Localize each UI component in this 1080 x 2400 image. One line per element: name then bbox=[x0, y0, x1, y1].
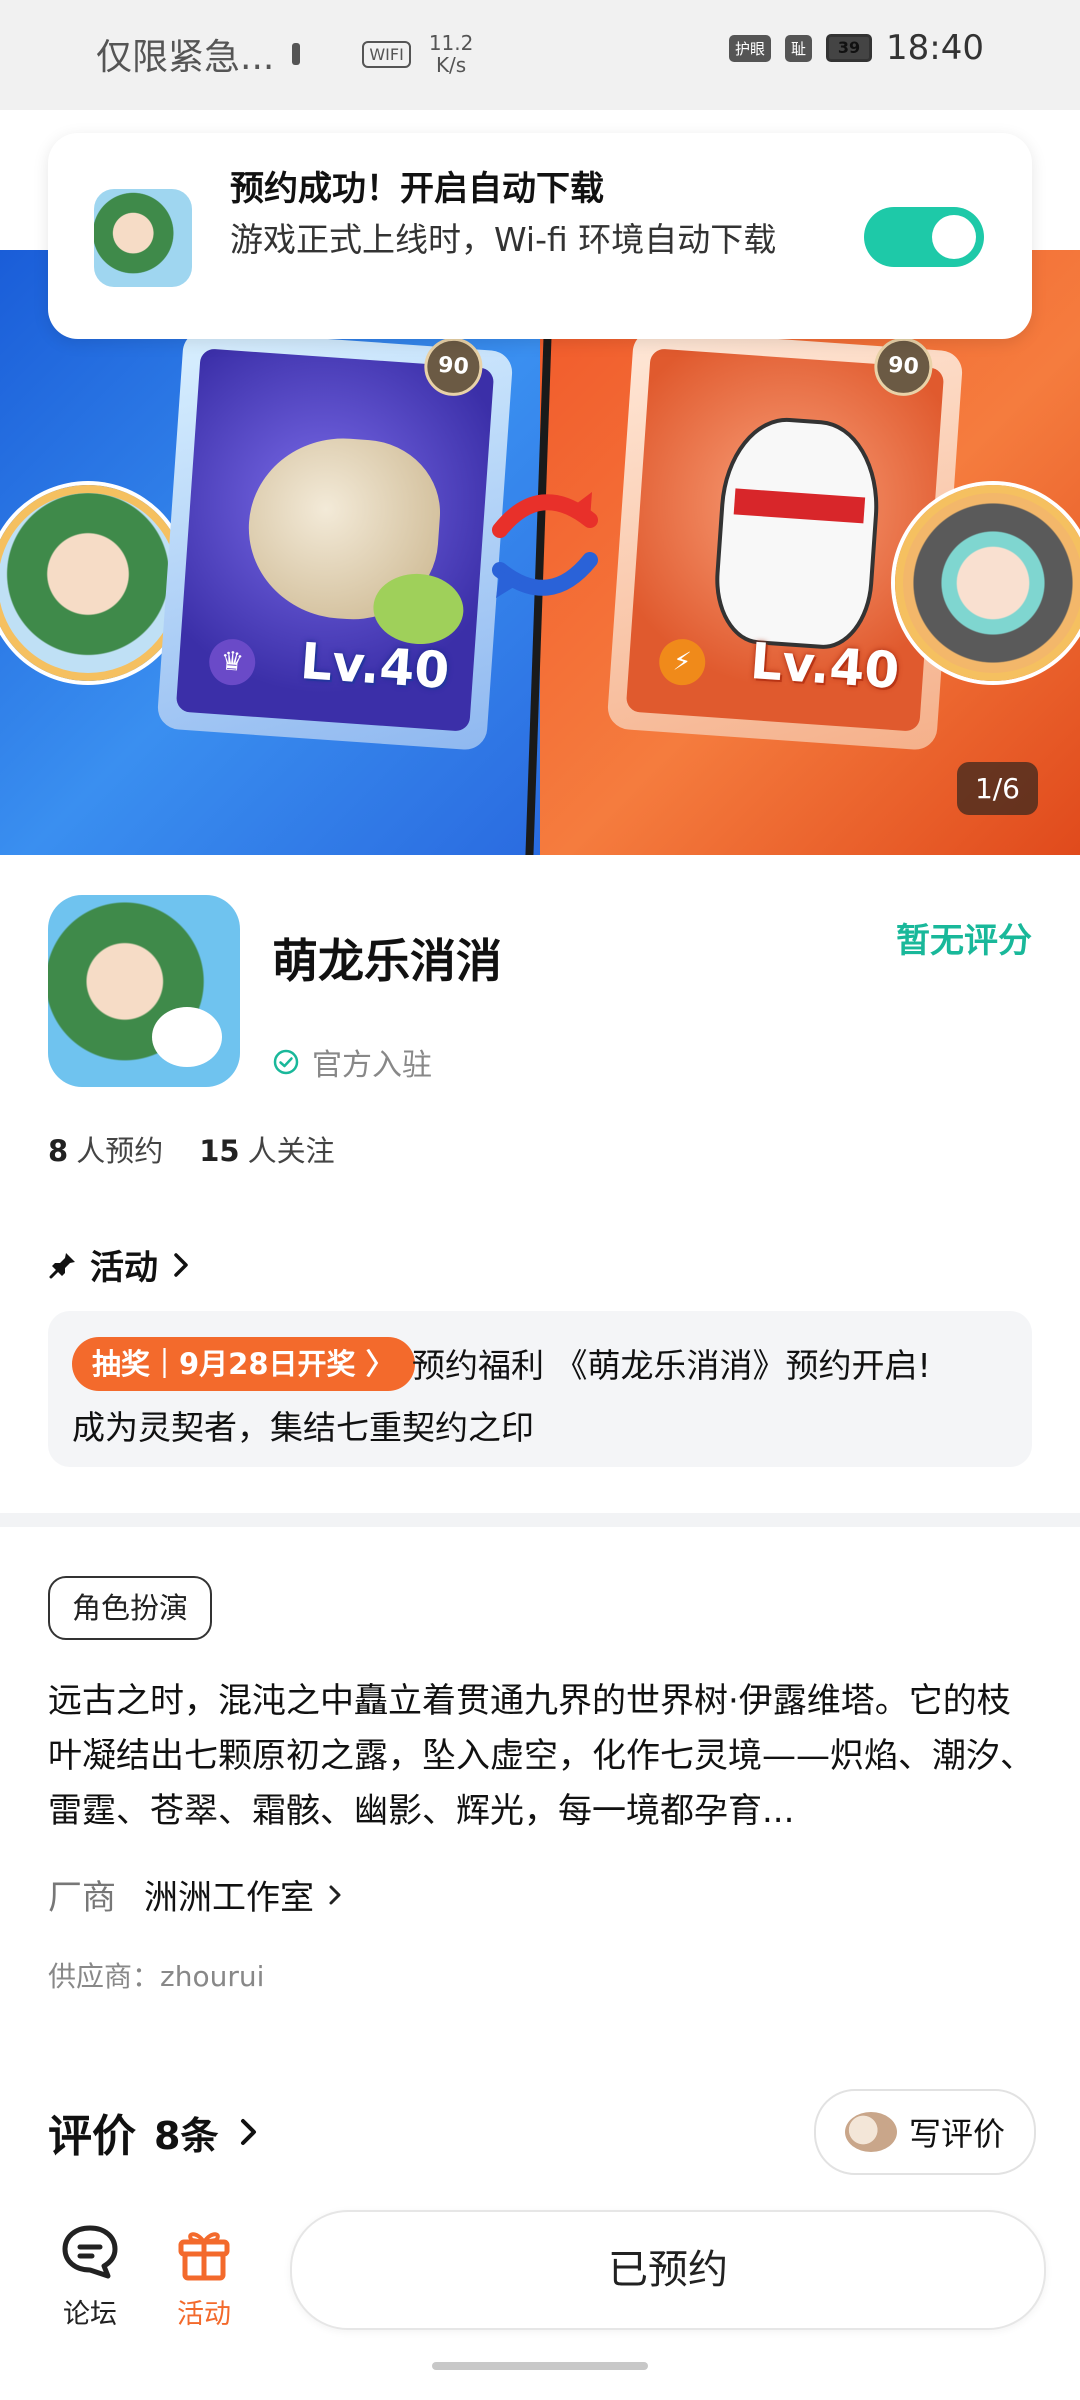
toggle-knob bbox=[932, 215, 976, 259]
gift-icon bbox=[178, 2232, 230, 2281]
activity-title: 活动 bbox=[90, 1248, 158, 1288]
toast-text: 游戏正式上线时，Wi-fi 环境自动下载 bbox=[230, 220, 777, 259]
activity-tab-label: 活动 bbox=[177, 2299, 231, 2330]
tab-forum[interactable]: 论坛 bbox=[58, 2220, 122, 2331]
forum-chat-icon bbox=[62, 2225, 118, 2279]
lottery-tag: 抽奖｜9月28日开奖 〉 bbox=[72, 1337, 415, 1391]
pet-card-left-art: ♛ Lv.40 bbox=[175, 348, 495, 732]
pet-card-left: ♛ Lv.40 90 bbox=[156, 328, 514, 752]
reviews-count: 8条 bbox=[154, 2113, 219, 2158]
status-bar-left: 仅限紧急... WIFI 11.2 K/s bbox=[96, 28, 473, 80]
reviews-title: 评价 bbox=[48, 2111, 136, 2162]
genre-tag[interactable]: 角色扮演 bbox=[48, 1576, 213, 1640]
stat-followers: 15 人关注 bbox=[199, 1134, 335, 1168]
section-divider bbox=[0, 1513, 1080, 1527]
toast-title: 预约成功！开启自动下载 bbox=[230, 169, 604, 209]
network-speed-value: 11.2 bbox=[428, 31, 474, 55]
activity-card[interactable]: 抽奖｜9月28日开奖 〉 预约福利 《萌龙乐消消》预约开启! 成为灵契者，集结七… bbox=[48, 1311, 1032, 1467]
status-notice: 仅限紧急... bbox=[96, 37, 275, 78]
app-icon bbox=[48, 895, 240, 1087]
activity-line-2: 成为灵契者，集结七重契约之印 bbox=[72, 1408, 534, 1447]
official-label: 官方入驻 bbox=[312, 1048, 432, 1083]
pin-icon bbox=[49, 1252, 75, 1278]
official-badge: 官方入驻 bbox=[272, 1040, 432, 1084]
wifi-icon: WIFI bbox=[362, 40, 411, 68]
swap-arrows-icon bbox=[492, 492, 598, 598]
write-review-label: 写评价 bbox=[908, 2115, 1005, 2153]
game-banner-carousel[interactable]: ♛ Lv.40 90 ⚡ Lv.40 90 1/6 bbox=[0, 250, 1080, 855]
pet-card-right-level: Lv.40 bbox=[748, 631, 902, 701]
sim-icon: 耻 bbox=[785, 34, 813, 62]
supplier-text: 供应商：zhourui bbox=[48, 1960, 265, 1993]
auto-download-toggle[interactable] bbox=[864, 207, 984, 267]
network-speed: 11.2 K/s bbox=[429, 32, 474, 76]
activity-line-1: 预约福利 《萌龙乐消消》预约开启! bbox=[412, 1346, 931, 1385]
pet-card-right-art: ⚡ Lv.40 bbox=[625, 348, 945, 732]
vendor-label: 厂商 bbox=[48, 1878, 116, 1918]
reviews-header[interactable]: 评价 8条 bbox=[48, 2100, 262, 2164]
check-circle-icon bbox=[273, 1049, 299, 1075]
battery-icon: 39 bbox=[826, 34, 873, 62]
pet-card-left-level: Lv.40 bbox=[298, 631, 452, 701]
app-name: 萌龙乐消消 bbox=[272, 934, 502, 988]
reserved-button[interactable]: 已预约 bbox=[290, 2210, 1046, 2330]
notification-dot-icon bbox=[292, 43, 301, 65]
stat-reservations: 8 人预约 bbox=[48, 1134, 164, 1168]
tab-activity[interactable]: 活动 bbox=[172, 2220, 236, 2331]
gesture-bar[interactable] bbox=[432, 2362, 648, 2370]
chevron-right-icon bbox=[174, 1252, 188, 1277]
network-speed-unit: K/s bbox=[435, 53, 467, 77]
eye-care-icon: 护眼 bbox=[728, 34, 771, 62]
app-stats: 8 人预约 15 人关注 bbox=[48, 1128, 335, 1170]
lightning-icon: ⚡ bbox=[657, 637, 707, 687]
carousel-page-indicator: 1/6 bbox=[956, 762, 1038, 815]
app-rating: 暂无评分 bbox=[896, 921, 1032, 961]
write-review-button[interactable]: 写评价 bbox=[814, 2089, 1036, 2175]
dragon-creature-image bbox=[710, 413, 885, 653]
forum-label: 论坛 bbox=[63, 2299, 117, 2330]
character-avatar-right bbox=[895, 485, 1080, 681]
bird-creature-image bbox=[242, 432, 466, 648]
toast-app-icon bbox=[94, 189, 192, 287]
activity-header[interactable]: 活动 bbox=[48, 1240, 192, 1289]
vendor-name: 洲洲工作室 bbox=[144, 1878, 314, 1918]
status-bar-right: 护眼 耻 39 18:40 bbox=[728, 28, 984, 68]
hamster-icon bbox=[844, 2112, 897, 2152]
reservation-success-toast: 预约成功！开启自动下载 游戏正式上线时，Wi-fi 环境自动下载 bbox=[48, 133, 1032, 339]
status-time: 18:40 bbox=[886, 28, 984, 68]
chevron-right-icon bbox=[329, 1885, 341, 1904]
status-bar: 仅限紧急... WIFI 11.2 K/s 护眼 耻 39 18:40 bbox=[0, 0, 1080, 110]
vendor-row[interactable]: 厂商 洲洲工作室 bbox=[48, 1870, 348, 1919]
crown-icon: ♛ bbox=[207, 637, 257, 687]
chevron-right-icon bbox=[241, 2119, 257, 2145]
game-description[interactable]: 远古之时，混沌之中矗立着贯通九界的世界树·伊露维塔。它的枝叶凝结出七颗原初之露，… bbox=[48, 1674, 1034, 1839]
